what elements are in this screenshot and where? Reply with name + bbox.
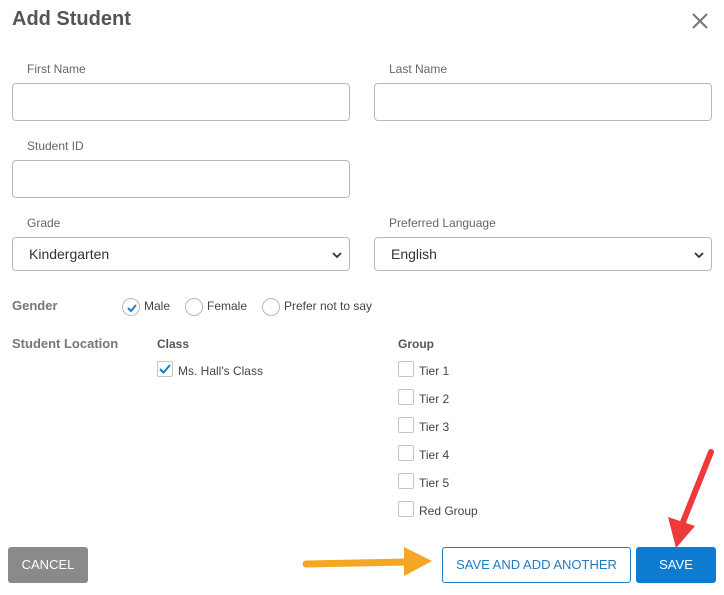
group-label: Tier 4	[419, 448, 450, 462]
group-label: Tier 1	[419, 364, 450, 378]
grade-label: Grade	[27, 216, 61, 230]
class-checkbox[interactable]	[157, 361, 173, 377]
language-select[interactable]: English	[374, 237, 712, 271]
check-icon	[159, 364, 171, 374]
save-button[interactable]: SAVE	[636, 547, 716, 583]
student-id-label: Student ID	[27, 139, 84, 153]
group-label: Tier 3	[419, 420, 450, 434]
last-name-label: Last Name	[389, 62, 448, 76]
group-label: Tier 5	[419, 476, 450, 490]
class-label: Ms. Hall's Class	[178, 364, 263, 378]
save-and-add-another-button[interactable]: SAVE AND ADD ANOTHER	[442, 547, 631, 583]
group-checkbox-tier-2[interactable]	[398, 389, 414, 405]
close-icon[interactable]	[689, 10, 711, 32]
group-header: Group	[398, 337, 434, 351]
gender-option-label: Prefer not to say	[284, 299, 373, 313]
language-select-value: English	[391, 246, 437, 262]
gender-label: Gender	[12, 298, 58, 313]
grade-select[interactable]: Kindergarten	[12, 237, 350, 271]
group-checkbox-tier-1[interactable]	[398, 361, 414, 377]
class-header: Class	[157, 337, 190, 351]
first-name-label: First Name	[27, 62, 86, 76]
group-checkbox-tier-4[interactable]	[398, 445, 414, 461]
modal-title: Add Student	[12, 8, 131, 30]
group-checkbox-red-group[interactable]	[398, 501, 414, 517]
first-name-input[interactable]	[12, 83, 350, 121]
group-label: Tier 2	[419, 392, 450, 406]
chevron-down-icon	[694, 252, 704, 259]
student-id-input[interactable]	[12, 160, 350, 198]
orange-arrow-icon	[302, 547, 432, 576]
group-checkbox-tier-5[interactable]	[398, 473, 414, 489]
gender-radio-female[interactable]	[185, 298, 203, 316]
group-label: Red Group	[419, 504, 478, 518]
chevron-down-icon	[332, 252, 342, 259]
grade-select-value: Kindergarten	[29, 246, 110, 262]
group-checkbox-tier-3[interactable]	[398, 417, 414, 433]
gender-radio-male[interactable]	[122, 298, 140, 316]
gender-option-label: Male	[144, 299, 171, 313]
gender-radio-prefer-not[interactable]	[262, 298, 280, 316]
gender-option-label: Female	[207, 299, 248, 313]
student-location-label: Student Location	[12, 336, 119, 351]
language-label: Preferred Language	[389, 216, 496, 230]
check-icon	[127, 304, 137, 313]
cancel-button[interactable]: CANCEL	[8, 547, 88, 583]
red-arrow-icon	[668, 449, 714, 548]
last-name-input[interactable]	[374, 83, 712, 121]
